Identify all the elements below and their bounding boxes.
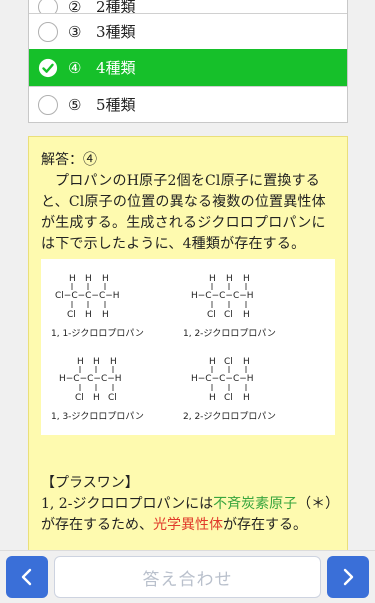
check-answer-button[interactable]: 答え合わせ [54, 556, 321, 598]
structure-label: 1, 1-ジクロロプロパン [51, 328, 144, 339]
radio-circle[interactable] [38, 94, 58, 115]
svg-text:H: H [209, 393, 216, 403]
structure-label: 1, 2-ジクロロプロパン [183, 328, 276, 339]
answer-body: プロパンのH原子2個をCl原子に置換すると、Cl原子の位置の異なる複数の位置異性… [41, 173, 326, 252]
svg-text:H: H [85, 310, 92, 320]
structure-label: 1, 3-ジクロロプロパン [51, 411, 144, 422]
plus-one-heading: 【プラスワン】 [41, 475, 139, 491]
svg-text:H: H [77, 357, 84, 367]
radio-circle[interactable] [38, 0, 58, 13]
option-label: 2種類 [96, 0, 136, 13]
svg-text:Cl: Cl [224, 310, 233, 320]
svg-text:H: H [243, 357, 250, 367]
chevron-left-icon [21, 568, 32, 586]
option-2[interactable]: ② 2種類 [29, 0, 347, 13]
svg-text:H: H [209, 357, 216, 367]
svg-text:H: H [226, 274, 233, 284]
svg-text:H: H [243, 393, 250, 403]
check-icon[interactable] [38, 58, 58, 78]
option-4[interactable]: ④ 4種類 [29, 49, 347, 86]
svg-text:Cl: Cl [67, 310, 76, 320]
structure-2-2-dichloropropane: H Cl H H−C−C−C−H H Cl H 2, 2-ジクロロプロパン [183, 357, 276, 422]
svg-text:H: H [209, 274, 216, 284]
structure-1-1-dichloropropane: HHH Cl−C−C−C−H Cl H H 1, 1-ジクロロプロパン [51, 274, 144, 339]
option-3[interactable]: ③ 3種類 [29, 13, 347, 49]
answer-heading: 解答：④ [41, 152, 97, 168]
bottom-toolbar: 答え合わせ [0, 550, 375, 603]
svg-text:H: H [110, 357, 117, 367]
structure-1-3-dichloropropane: HHH H−C−C−C−H Cl H Cl 1, 3-ジクロロプロパン [51, 357, 144, 422]
structural-formulas-image: HHH Cl−C−C−C−H Cl H H 1, 1-ジクロロプロパン HHH H−… [41, 259, 335, 435]
svg-text:H: H [243, 310, 250, 320]
option-number: ② [68, 0, 82, 13]
svg-text:H: H [69, 274, 76, 284]
option-5[interactable]: ⑤ 5種類 [29, 86, 347, 122]
explanation-panel: 解答：④ プロパンのH原子2個をCl原子に置換すると、Cl原子の位置の異なる複数… [28, 136, 348, 550]
plus-text: 1, 2-ジクロロプロパンには [41, 496, 214, 512]
svg-text:H: H [243, 274, 250, 284]
svg-text:H: H [102, 310, 109, 320]
svg-text:H: H [93, 357, 100, 367]
plus-one-body: 1, 2-ジクロロプロパンには不斉炭素原子（＊）が存在するため、光学異性体が存在… [41, 494, 335, 536]
svg-text:Cl−C−C−C−H: Cl−C−C−C−H [55, 291, 120, 301]
option-label: 5種類 [96, 96, 136, 114]
radio-circle[interactable] [38, 21, 58, 42]
svg-text:Cl: Cl [75, 393, 84, 403]
svg-text:Cl: Cl [224, 393, 233, 403]
next-button[interactable] [327, 556, 369, 598]
svg-text:H: H [93, 393, 100, 403]
option-number: ⑤ [68, 95, 82, 114]
svg-text:H−C−C−C−H: H−C−C−C−H [191, 291, 254, 301]
option-label: 3種類 [96, 23, 136, 41]
plus-text: が存在する。 [223, 517, 307, 533]
previous-button[interactable] [6, 556, 48, 598]
option-number: ③ [68, 22, 82, 41]
option-number: ④ [68, 58, 82, 77]
svg-text:Cl: Cl [224, 357, 233, 367]
svg-text:H: H [85, 274, 92, 284]
structure-label: 2, 2-ジクロロプロパン [183, 411, 276, 422]
answer-options: ② 2種類 ③ 3種類 ④ 4種類 ⑤ 5種類 [28, 0, 348, 123]
option-label: 4種類 [96, 59, 136, 77]
plus-highlight-asymmetric-carbon: 不斉炭素原子 [213, 496, 298, 512]
svg-text:Cl: Cl [207, 310, 216, 320]
structure-1-2-dichloropropane: HHH H−C−C−C−H Cl Cl H 1, 2-ジクロロプロパン [183, 274, 276, 339]
svg-text:H: H [102, 274, 109, 284]
svg-text:H−C−C−C−H: H−C−C−C−H [191, 374, 254, 384]
svg-text:Cl: Cl [108, 393, 117, 403]
plus-highlight-optical-isomer: 光学異性体 [153, 517, 223, 533]
chevron-right-icon [343, 568, 354, 586]
svg-text:H−C−C−C−H: H−C−C−C−H [59, 374, 122, 384]
